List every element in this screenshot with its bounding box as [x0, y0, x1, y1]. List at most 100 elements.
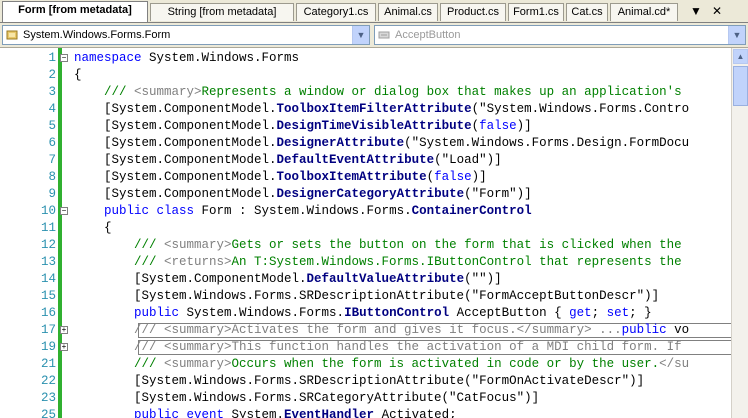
- code-text: [System.ComponentModel.ToolboxItemFilter…: [74, 101, 689, 118]
- line-number: 9: [48, 187, 56, 201]
- line-number: 12: [40, 238, 56, 252]
- document-tab[interactable]: Product.cs: [440, 3, 506, 21]
- document-tab[interactable]: Animal.cs: [378, 3, 438, 21]
- code-line[interactable]: 7 [System.ComponentModel.DefaultEventAtt…: [0, 152, 731, 169]
- tab-list-dropdown-icon[interactable]: ▼: [690, 3, 702, 19]
- code-text: [System.ComponentModel.DesignerAttribute…: [74, 135, 689, 152]
- code-token: Represents a window or dialog box that m…: [201, 85, 682, 99]
- code-line[interactable]: 3 /// <summary>Represents a window or di…: [0, 84, 731, 101]
- code-token: <summary>: [164, 357, 232, 371]
- code-line[interactable]: 25 public event System.EventHandler Acti…: [0, 407, 731, 418]
- code-token: <summary>: [134, 85, 202, 99]
- code-token: ("")]: [464, 272, 502, 286]
- line-number: 7: [48, 153, 56, 167]
- code-token: ///: [74, 255, 165, 269]
- code-token: ///: [74, 357, 165, 371]
- code-line[interactable]: 21 /// <summary>Occurs when the form is …: [0, 356, 731, 373]
- code-line[interactable]: 8 [System.ComponentModel.ToolboxItemAttr…: [0, 169, 731, 186]
- code-token: [System.ComponentModel.: [74, 272, 307, 286]
- code-token: {: [74, 68, 82, 82]
- code-token: (: [471, 119, 480, 133]
- scrollbar-thumb[interactable]: [733, 66, 748, 106]
- code-line[interactable]: 17 + /// <summary>Activates the form and …: [0, 322, 731, 339]
- close-document-icon[interactable]: ✕: [712, 3, 722, 19]
- code-text: /// <summary>This function handles the a…: [74, 339, 682, 356]
- chevron-down-icon[interactable]: ▼: [728, 26, 745, 44]
- code-token: )]: [471, 170, 487, 184]
- code-token: An T:System.Windows.Forms.IButtonControl…: [231, 255, 682, 269]
- document-tab[interactable]: Animal.cd*: [610, 3, 678, 21]
- document-tab[interactable]: Cat.cs: [566, 3, 608, 21]
- code-line[interactable]: 9 [System.ComponentModel.DesignerCategor…: [0, 186, 731, 203]
- code-line[interactable]: 11 {: [0, 220, 731, 237]
- code-text: [System.Windows.Forms.SRCategoryAttribut…: [74, 390, 539, 407]
- code-token: </summary>: [516, 323, 592, 337]
- code-token: ("Load")]: [434, 153, 502, 167]
- code-token: DefaultEventAttribute: [276, 153, 435, 167]
- code-line[interactable]: 23 [System.Windows.Forms.SRCategoryAttri…: [0, 390, 731, 407]
- code-text: {: [74, 220, 112, 237]
- code-text: /// <returns>An T:System.Windows.Forms.I…: [74, 254, 682, 271]
- document-tab[interactable]: Form [from metadata]: [2, 1, 148, 22]
- code-line[interactable]: 22 [System.Windows.Forms.SRDescriptionAt…: [0, 373, 731, 390]
- code-line[interactable]: 2{: [0, 67, 731, 84]
- code-token: ("System.Windows.Forms.Contro: [471, 102, 690, 116]
- scroll-up-icon[interactable]: ▲: [733, 49, 748, 64]
- code-token: [System.ComponentModel.: [74, 187, 277, 201]
- code-token: DesignerAttribute: [276, 136, 405, 150]
- line-number: 5: [48, 119, 56, 133]
- code-token: System.Windows.Forms.: [179, 306, 345, 320]
- code-line[interactable]: 14 [System.ComponentModel.DefaultValueAt…: [0, 271, 731, 288]
- code-line[interactable]: 13 /// <returns>An T:System.Windows.Form…: [0, 254, 731, 271]
- code-text: [System.ComponentModel.DesignerCategoryA…: [74, 186, 532, 203]
- line-number: 23: [40, 391, 56, 405]
- code-token: AcceptButton {: [449, 306, 570, 320]
- code-token: [System.ComponentModel.: [74, 136, 277, 150]
- code-line[interactable]: 12 /// <summary>Gets or sets the button …: [0, 237, 731, 254]
- code-line[interactable]: 19 + /// <summary>This function handles t…: [0, 339, 731, 356]
- line-number: 16: [40, 306, 56, 320]
- code-token: </su: [659, 357, 690, 371]
- collapse-region-icon[interactable]: −: [60, 207, 68, 215]
- code-line[interactable]: 4 [System.ComponentModel.ToolboxItemFilt…: [0, 101, 731, 118]
- code-token: ("Form")]: [464, 187, 532, 201]
- collapse-region-icon[interactable]: −: [60, 54, 68, 62]
- code-line[interactable]: 5 [System.ComponentModel.DesignTimeVisib…: [0, 118, 731, 135]
- code-line[interactable]: 15 [System.Windows.Forms.SRDescriptionAt…: [0, 288, 731, 305]
- vertical-scrollbar[interactable]: ▲: [731, 48, 748, 418]
- code-line[interactable]: 16 public System.Windows.Forms.IButtonCo…: [0, 305, 731, 322]
- member-dropdown[interactable]: AcceptButton ▼: [374, 25, 746, 45]
- code-token: System.Windows.Forms: [141, 51, 300, 65]
- navigation-bar: System.Windows.Forms.Form ▼ AcceptButton…: [0, 23, 748, 48]
- line-number: 19: [40, 340, 56, 354]
- code-editor[interactable]: 1− namespace System.Windows.Forms 2{3 /// …: [0, 48, 731, 418]
- type-dropdown[interactable]: System.Windows.Forms.Form ▼: [2, 25, 370, 45]
- line-number: 11: [40, 221, 56, 235]
- code-line[interactable]: 1− namespace System.Windows.Forms: [0, 50, 731, 67]
- code-token: false: [479, 119, 517, 133]
- document-tab[interactable]: Category1.cs: [296, 3, 376, 21]
- chevron-down-icon[interactable]: ▼: [352, 26, 369, 44]
- code-line[interactable]: 10− public class Form : System.Windows.F…: [0, 203, 731, 220]
- code-token: <summary>: [164, 340, 232, 354]
- code-token: {: [74, 221, 112, 235]
- code-token: public class: [104, 204, 195, 218]
- code-token: System.: [224, 408, 285, 418]
- code-token: [System.ComponentModel.: [74, 119, 277, 133]
- code-token: Form : System.Windows.Forms.: [194, 204, 412, 218]
- code-text: [System.ComponentModel.DesignTimeVisible…: [74, 118, 532, 135]
- code-text: [System.ComponentModel.DefaultEventAttri…: [74, 152, 502, 169]
- code-token: vo: [666, 323, 690, 337]
- code-token: ///: [74, 85, 135, 99]
- expand-region-icon[interactable]: +: [60, 326, 68, 334]
- code-token: ///: [74, 323, 165, 337]
- document-tab[interactable]: String [from metadata]: [150, 3, 294, 21]
- document-tab[interactable]: Form1.cs: [508, 3, 564, 21]
- code-text: {: [74, 67, 82, 84]
- code-line[interactable]: 6 [System.ComponentModel.DesignerAttribu…: [0, 135, 731, 152]
- expand-region-icon[interactable]: +: [60, 343, 68, 351]
- code-token: <summary>: [164, 238, 232, 252]
- code-token: public: [621, 323, 667, 337]
- document-tab-bar: Form [from metadata] String [from metadat…: [0, 0, 748, 23]
